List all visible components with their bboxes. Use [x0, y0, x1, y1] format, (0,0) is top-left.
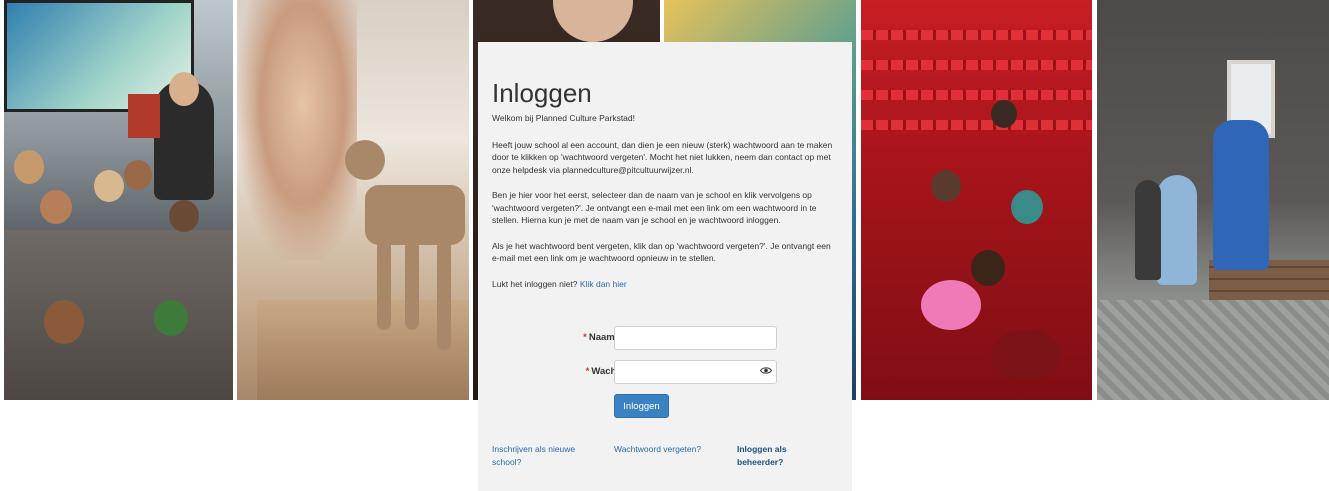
school-input[interactable]	[614, 326, 777, 350]
photo-clay	[237, 0, 469, 400]
admin-login-link[interactable]: Inloggen als beheerder?	[737, 443, 809, 468]
required-marker: *	[585, 366, 590, 377]
intro-paragraph-existing: Heeft jouw school al een account, dan di…	[492, 139, 833, 175]
password-row: *Wachtwoord	[492, 360, 838, 384]
photo-theatre	[861, 0, 1092, 400]
login-button[interactable]: Inloggen	[614, 394, 669, 418]
photo-classroom	[4, 0, 233, 400]
intro-paragraph-forgot: Als je het wachtwoord bent vergeten, kli…	[492, 240, 831, 264]
forgot-password-link[interactable]: Wachtwoord vergeten?	[614, 443, 724, 456]
login-card: Inloggen Welkom bij Planned Culture Park…	[478, 42, 852, 491]
help-link[interactable]: Klik dan hier	[580, 279, 627, 289]
required-marker: *	[583, 332, 587, 343]
welcome-text: Welkom bij Planned Culture Parkstad!	[492, 113, 635, 123]
school-row: *Naam school	[492, 326, 838, 350]
page-title: Inloggen	[492, 78, 592, 108]
login-help-text: Lukt het inloggen niet?	[492, 278, 578, 289]
password-input[interactable]	[614, 360, 777, 384]
intro-paragraph-first-time: Ben je hier voor het eerst, selecteer da…	[492, 190, 817, 225]
photo-castle	[1097, 0, 1329, 400]
register-link[interactable]: Inschrijven als nieuwe school?	[492, 443, 596, 468]
eye-icon[interactable]	[759, 365, 773, 379]
login-help: Lukt het inloggen niet? Klik dan hier	[492, 278, 838, 291]
